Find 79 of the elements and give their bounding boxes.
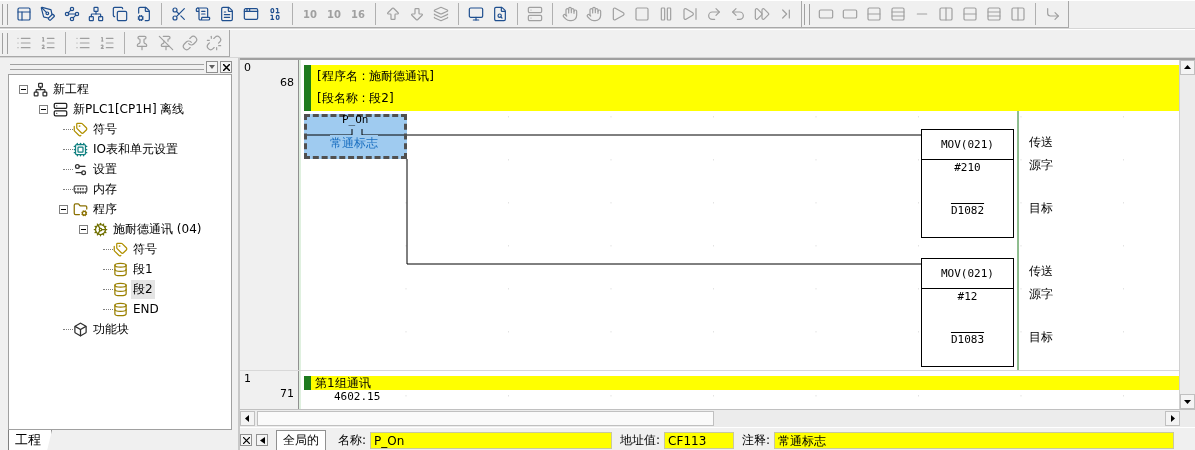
settings-icon xyxy=(73,161,88,177)
operand: #210 xyxy=(954,161,981,174)
scope-tab[interactable]: 全局的 xyxy=(276,429,326,450)
cylinder-icon xyxy=(113,281,128,297)
collapse-icon[interactable] xyxy=(38,104,48,114)
comment-text: [程序名 : 施耐德通讯] xyxy=(317,69,436,83)
operand: D1083 xyxy=(950,333,985,346)
tree-item[interactable]: 符号 xyxy=(131,239,159,259)
step-number: 71 xyxy=(280,387,294,400)
rung-number: 0 xyxy=(244,61,251,74)
up-triangle-icon xyxy=(1183,63,1192,72)
scrollbar-thumb[interactable] xyxy=(257,411,714,426)
folder-gear-icon xyxy=(73,201,88,217)
tree-item[interactable]: END xyxy=(131,301,161,317)
contact-cell[interactable] xyxy=(304,114,407,159)
left-triangle-icon xyxy=(259,436,265,444)
previous-button[interactable] xyxy=(256,434,268,446)
tree-item[interactable]: 功能块 xyxy=(91,319,131,339)
tree-item[interactable]: 符号 xyxy=(91,119,119,139)
block-icon xyxy=(73,321,88,337)
tree-item[interactable]: 新PLC1[CP1H] 离线 xyxy=(71,99,187,119)
network-icon xyxy=(33,81,48,97)
down-triangle-icon xyxy=(1183,397,1192,406)
collapse-icon[interactable] xyxy=(18,84,28,94)
chip-icon xyxy=(73,141,88,157)
down-triangle-icon xyxy=(209,65,215,69)
tree-item[interactable]: 内存 xyxy=(91,179,119,199)
collapse-icon[interactable] xyxy=(58,204,68,214)
operand: D1082 xyxy=(950,204,985,217)
gear-icon xyxy=(93,221,108,237)
horizontal-scrollbar[interactable] xyxy=(240,409,1195,427)
panel-tab[interactable]: 工程 xyxy=(8,430,52,450)
operand: #12 xyxy=(957,290,978,303)
device-icon xyxy=(53,101,68,117)
dropdown-button[interactable] xyxy=(206,61,218,73)
tree-item[interactable]: 程序 xyxy=(91,199,119,219)
rung-number: 1 xyxy=(244,372,251,385)
field-label: 注释: xyxy=(742,431,771,449)
operand-label: 目标 xyxy=(1029,200,1053,217)
contact-comment: 常通标志 xyxy=(330,135,378,152)
close-button[interactable] xyxy=(240,434,252,446)
comment-text: 第1组通讯 xyxy=(315,376,372,390)
tags-icon xyxy=(113,241,128,257)
scroll-left-button[interactable] xyxy=(240,411,255,426)
scroll-down-button[interactable] xyxy=(1180,394,1195,409)
operand-label: 源字 xyxy=(1029,286,1053,303)
instruction-mnemonic: MOV(021) xyxy=(922,259,1013,289)
contact-name: 4602.15 xyxy=(334,390,381,403)
field-label: 地址值: xyxy=(620,431,661,449)
tags-icon xyxy=(73,121,88,137)
input-field[interactable]: CF113 xyxy=(664,431,735,449)
collapse-icon[interactable] xyxy=(78,224,88,234)
input-field[interactable]: 常通标志 xyxy=(774,431,1175,449)
operand-label: 目标 xyxy=(1029,329,1053,346)
comment-text: [段名称 : 段2] xyxy=(317,91,395,105)
tree-item[interactable]: 施耐德通讯 (04) xyxy=(111,219,204,239)
operand-label: 源字 xyxy=(1029,157,1053,174)
left-triangle-icon xyxy=(243,414,252,423)
input-field[interactable]: P_On xyxy=(370,431,613,449)
instruction-label: 传送 xyxy=(1029,134,1053,151)
contact-name: P_On xyxy=(342,113,369,126)
tree-item[interactable]: 设置 xyxy=(91,159,119,179)
scroll-right-button[interactable] xyxy=(1165,411,1180,426)
close-button[interactable] xyxy=(220,61,232,73)
step-number: 68 xyxy=(280,76,294,89)
instruction-mnemonic: MOV(021) xyxy=(922,130,1013,160)
tree-item[interactable]: IO表和单元设置 xyxy=(91,139,180,159)
cylinder-icon xyxy=(113,301,128,317)
tree-item[interactable]: 新工程 xyxy=(51,79,91,99)
scroll-up-button[interactable] xyxy=(1180,60,1195,75)
tree-item[interactable]: 段1 xyxy=(131,259,155,279)
tree-item[interactable]: 段2 xyxy=(131,279,155,299)
instruction-label: 传送 xyxy=(1029,263,1053,280)
cylinder-icon xyxy=(113,261,128,277)
vertical-scrollbar[interactable] xyxy=(1179,60,1195,409)
instruction-block[interactable]: MOV(021) #210 D1082 xyxy=(921,129,1014,238)
right-triangle-icon xyxy=(1168,414,1177,423)
instruction-block[interactable]: MOV(021) #12 D1083 xyxy=(921,258,1014,367)
field-label: 名称: xyxy=(338,431,367,449)
